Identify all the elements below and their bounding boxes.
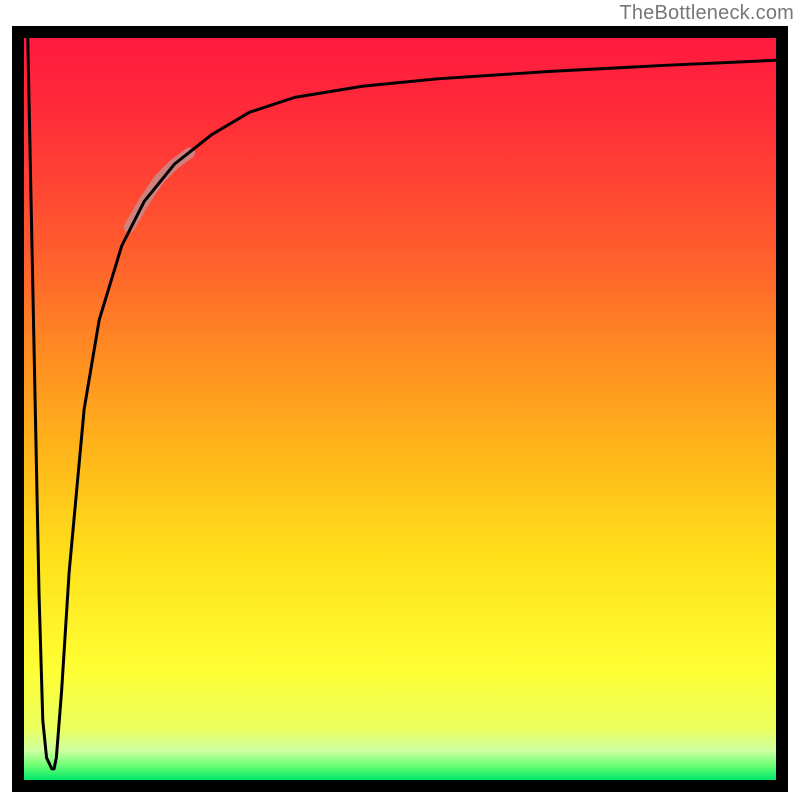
curve-layer [24,38,776,780]
bottleneck-curve [28,38,776,769]
plot-frame [12,26,788,792]
attribution-text: TheBottleneck.com [619,2,794,25]
chart-stage: TheBottleneck.com [0,0,800,800]
